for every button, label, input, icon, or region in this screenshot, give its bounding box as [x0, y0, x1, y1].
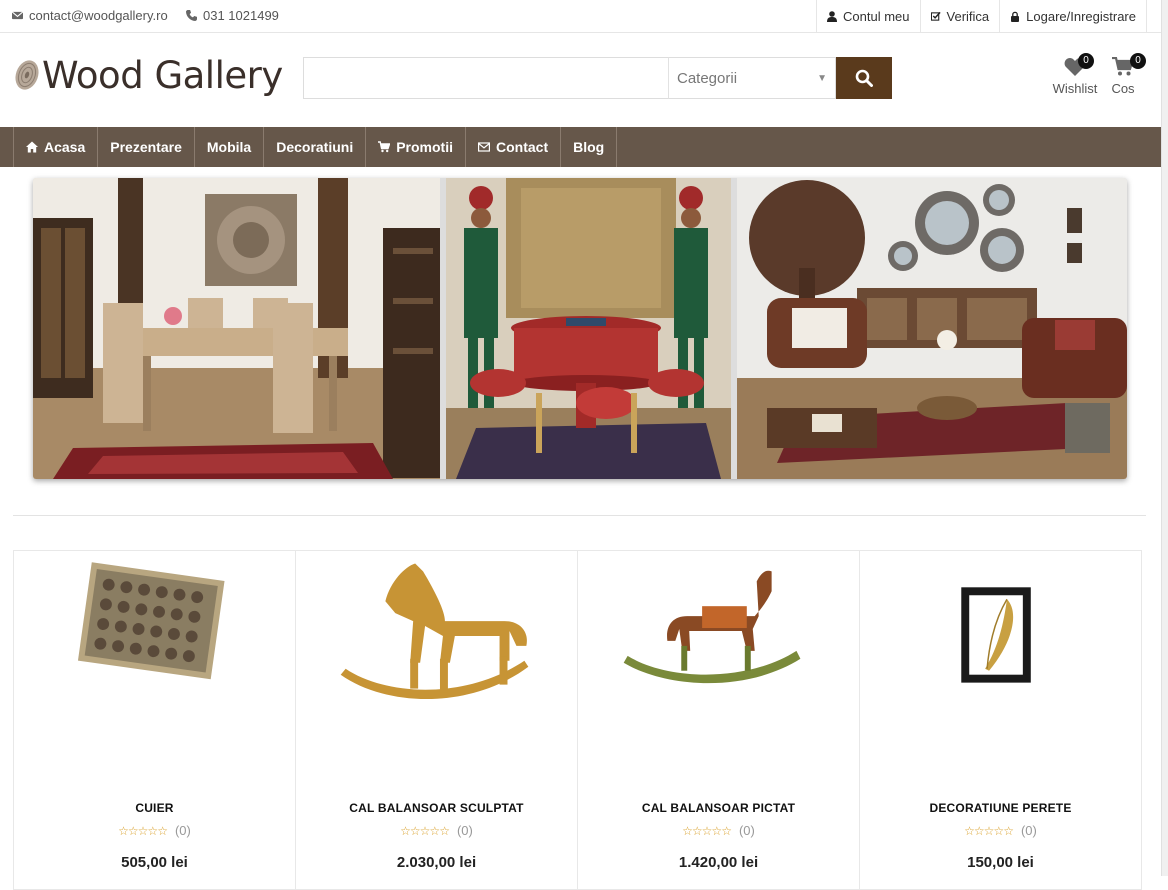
search-bar: Categorii ▼	[303, 57, 892, 99]
product-rating: ☆☆☆☆☆ (0)	[860, 823, 1141, 838]
product-image-carved-rocking-horse	[340, 563, 529, 700]
top-bar: contact@woodgallery.ro 031 1021499 Contu…	[0, 0, 1161, 33]
nav-item-prezentare[interactable]: Prezentare	[97, 127, 194, 167]
my-account-label: Contul meu	[843, 8, 910, 24]
nav-label: Mobila	[206, 139, 252, 155]
checkout-link[interactable]: Verifica	[919, 0, 1000, 32]
product-image-framed-leaf	[961, 587, 1031, 683]
cart-count-badge: 0	[1130, 53, 1146, 69]
product-card[interactable]: CUIER ☆☆☆☆☆ (0) 505,00 lei	[13, 550, 296, 890]
category-select[interactable]: Categorii ▼	[668, 57, 836, 99]
main-nav: Acasa Prezentare Mobila Decoratiuni Prom…	[0, 127, 1161, 167]
product-card[interactable]: CAL BALANSOAR SCULPTAT ☆☆☆☆☆ (0) 2.030,00…	[295, 550, 578, 890]
nav-label: Prezentare	[110, 139, 182, 155]
search-input[interactable]	[303, 57, 668, 99]
nav-label: Decoratiuni	[276, 139, 354, 155]
category-select-value: Categorii	[677, 69, 738, 87]
rating-count: (0)	[738, 823, 755, 838]
product-name[interactable]: CAL BALANSOAR PICTAT	[578, 801, 859, 815]
product-price: 505,00 lei	[121, 854, 188, 871]
hero-image-dining-room	[33, 178, 440, 479]
login-register-label: Logare/Inregistrare	[1026, 8, 1136, 24]
nav-label: Acasa	[44, 139, 86, 155]
nav-item-decoratiuni[interactable]: Decoratiuni	[263, 127, 365, 167]
product-price: 1.420,00 lei	[678, 854, 759, 871]
product-name[interactable]: CAL BALANSOAR SCULPTAT	[296, 801, 577, 815]
search-icon	[855, 69, 873, 87]
dropdown-arrow-icon: ▼	[817, 72, 827, 84]
product-card[interactable]: CAL BALANSOAR PICTAT ☆☆☆☆☆ (0) 1.420,00 l…	[577, 550, 860, 890]
star-rating-icon: ☆☆☆☆☆	[964, 824, 1014, 838]
star-rating-icon: ☆☆☆☆☆	[400, 824, 450, 838]
wood-slice-logo-icon	[15, 60, 39, 90]
lock-icon	[1011, 11, 1020, 22]
rating-count: (0)	[174, 823, 191, 838]
nav-item-blog[interactable]: Blog	[560, 127, 618, 167]
product-grid: CUIER ☆☆☆☆☆ (0) 505,00 lei CAL BALANSOAR …	[13, 550, 1146, 890]
checkout-label: Verifica	[946, 8, 990, 24]
phone-contact[interactable]: 031 1021499	[186, 8, 279, 23]
product-rating: ☆☆☆☆☆ (0)	[14, 823, 295, 838]
account-links: Contul meu Verifica Logare/Inregistrare	[816, 0, 1147, 32]
logo-text: Wood Gallery	[42, 53, 283, 97]
hero-image-red-table	[446, 178, 731, 479]
product-card[interactable]: DECORATIUNE PERETE ☆☆☆☆☆ (0) 150,00 lei	[859, 550, 1142, 890]
hero-banner[interactable]	[33, 178, 1127, 479]
rating-count: (0)	[456, 823, 473, 838]
search-button[interactable]	[836, 57, 892, 99]
product-rating: ☆☆☆☆☆ (0)	[296, 823, 577, 838]
nav-item-promotii[interactable]: Promotii	[365, 127, 465, 167]
login-register-link[interactable]: Logare/Inregistrare	[999, 0, 1147, 32]
cart-label: Cos	[1111, 81, 1135, 96]
email-text: contact@woodgallery.ro	[29, 8, 168, 23]
page-scrollbar[interactable]	[1161, 0, 1168, 876]
phone-icon	[186, 10, 197, 21]
product-image-wall-rack	[77, 562, 225, 680]
product-rating: ☆☆☆☆☆ (0)	[578, 823, 859, 838]
product-image-painted-rocking-horse	[623, 570, 801, 684]
product-name[interactable]: DECORATIUNE PERETE	[860, 801, 1141, 815]
star-rating-icon: ☆☆☆☆☆	[118, 824, 168, 838]
hero-image-living-room	[737, 178, 1127, 479]
nav-label: Blog	[573, 139, 605, 155]
wishlist-button[interactable]: 0 Wishlist	[1050, 53, 1100, 96]
cart-icon	[378, 141, 391, 153]
user-icon	[827, 10, 838, 22]
nav-item-mobila[interactable]: Mobila	[193, 127, 263, 167]
my-account-link[interactable]: Contul meu	[816, 0, 919, 32]
section-divider	[13, 515, 1146, 516]
nav-item-acasa[interactable]: Acasa	[13, 127, 97, 167]
wishlist-count-badge: 0	[1078, 53, 1094, 69]
home-icon	[26, 141, 38, 153]
email-contact[interactable]: contact@woodgallery.ro	[12, 8, 168, 23]
phone-text: 031 1021499	[203, 8, 279, 23]
cart-button[interactable]: 0 Cos	[1098, 53, 1148, 96]
wishlist-label: Wishlist	[1052, 81, 1098, 96]
product-price: 150,00 lei	[967, 854, 1034, 871]
header: Wood Gallery Categorii ▼ 0 Wishlist 0 Co…	[0, 33, 1161, 126]
rating-count: (0)	[1020, 823, 1037, 838]
envelope-icon	[478, 142, 490, 152]
nav-item-contact[interactable]: Contact	[465, 127, 560, 167]
product-name[interactable]: CUIER	[14, 801, 295, 815]
nav-label: Contact	[496, 139, 549, 155]
envelope-icon	[12, 11, 23, 20]
site-logo[interactable]: Wood Gallery	[12, 53, 283, 97]
product-price: 2.030,00 lei	[396, 854, 477, 871]
nav-label: Promotii	[396, 139, 453, 155]
checkbox-icon	[930, 11, 941, 21]
star-rating-icon: ☆☆☆☆☆	[682, 824, 732, 838]
